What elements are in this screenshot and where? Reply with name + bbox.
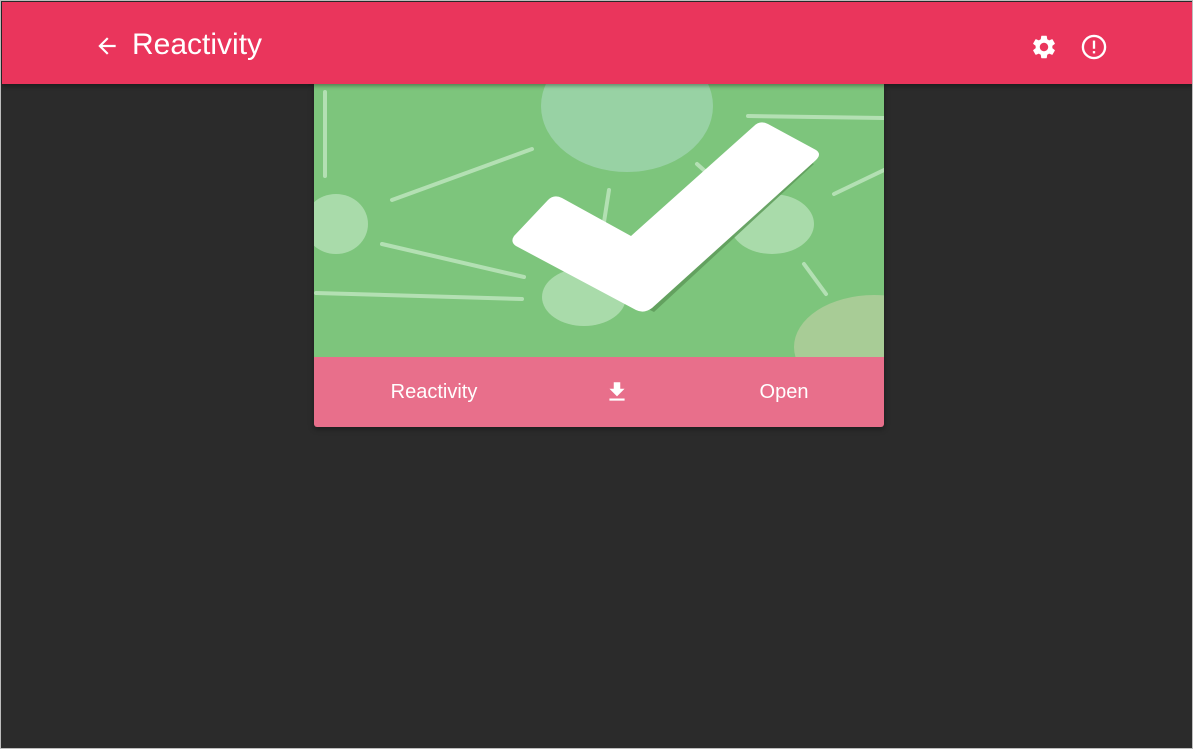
app-card: Reactivity Open [314,84,884,427]
card-image[interactable] [314,84,884,357]
gear-icon [1033,35,1055,59]
settings-button[interactable] [1028,31,1060,63]
download-button[interactable] [603,378,631,406]
open-button[interactable]: Open [724,369,844,415]
arrow-left-icon [98,37,116,55]
app-bar: Reactivity [2,2,1192,84]
card-footer: Reactivity Open [314,357,884,427]
info-button[interactable] [1078,31,1110,63]
card-title: Reactivity [390,381,478,403]
alert-circle-icon [1081,34,1107,60]
checkmark-illustration [314,84,884,357]
download-icon [609,382,625,401]
back-button[interactable] [92,31,122,61]
page-title: Reactivity [132,28,263,61]
app-window: Reactivity Reactivity Open [0,0,1193,749]
